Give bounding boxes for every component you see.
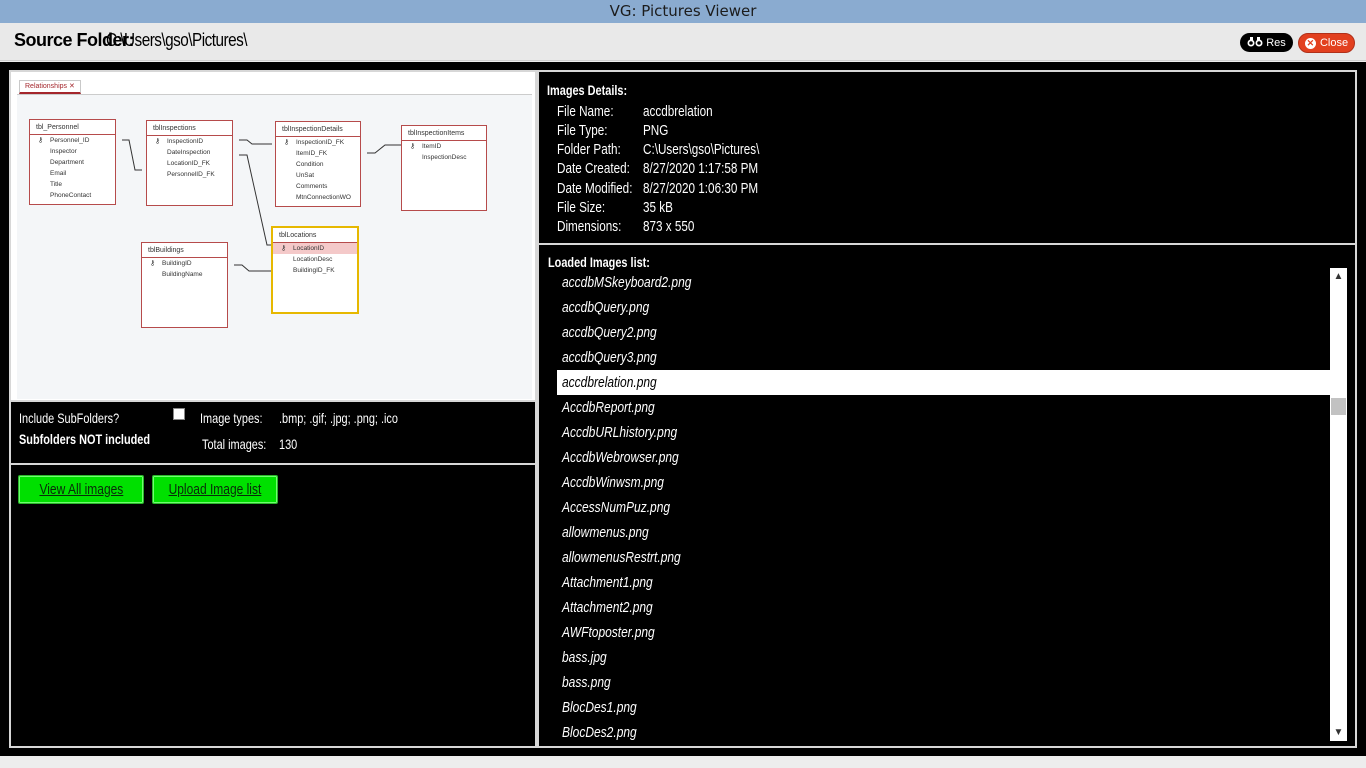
detail-value-file-type: PNG [643,122,669,139]
actions-panel [9,463,537,748]
image-preview: Relationships ✕ tbl_Personnel Personnel_… [9,70,537,402]
close-icon: ✕ [1304,37,1316,49]
list-item[interactable]: allowmenus.png [557,520,1330,545]
list-item-label: accdbQuery3.png [562,349,657,366]
view-all-images-button[interactable]: View All images [18,475,144,504]
detail-value-date-modified: 8/27/2020 1:06:30 PM [643,180,759,197]
total-images-value: 130 [279,436,298,452]
images-list[interactable]: accdbMSkeyboard2.png accdbQuery.png accdbQ… [557,270,1330,740]
image-types-value: .bmp; .gif; .jpg; .png; .ico [279,410,398,426]
list-item[interactable]: bass.png [557,670,1330,695]
detail-value-dimensions: 873 x 550 [643,218,695,235]
detail-label-file-size: File Size: [557,199,606,216]
include-subfolders-checkbox[interactable] [173,408,185,420]
table-box: tblInspectionItems ItemID InspectionDesc [401,125,487,211]
details-title: Images Details: [547,82,628,98]
detail-value-file-size: 35 kB [643,199,673,216]
relationships-diagram: Relationships ✕ tbl_Personnel Personnel_… [11,72,535,400]
list-item[interactable]: BlocDes2.png [557,720,1330,740]
detail-label-folder-path: Folder Path: [557,141,621,158]
list-item-label: accdbrelation.png [562,374,657,391]
diagram-tab: Relationships ✕ [19,80,81,94]
list-item-label: Attachment2.png [562,599,653,616]
detail-label-file-type: File Type: [557,122,608,139]
diagram-canvas: tbl_Personnel Personnel_ID Inspector Dep… [17,94,532,399]
list-item-label: bass.png [562,674,611,691]
list-item[interactable]: AccdbReport.png [557,395,1330,420]
list-item-label: AccdbURLhistory.png [562,424,678,441]
list-item-label: allowmenus.png [562,524,649,541]
res-label: Res [1266,36,1286,49]
source-folder-value: C:\Users\gso\Pictures\ [106,30,247,50]
detail-value-file-name: accdbrelation [643,103,713,120]
upload-image-list-button[interactable]: Upload Image list [152,475,278,504]
list-item[interactable]: AccessNumPuz.png [557,495,1330,520]
detail-label-file-name: File Name: [557,103,614,120]
bottom-bar [0,756,1366,768]
list-item-label: allowmenusRestrt.png [562,549,681,566]
list-item[interactable]: allowmenusRestrt.png [557,545,1330,570]
list-item[interactable]: accdbQuery2.png [557,320,1330,345]
table-box: tblBuildings BuildingID BuildingName [141,242,228,328]
list-item-label: AccdbReport.png [562,399,655,416]
list-item-label: accdbQuery2.png [562,324,657,341]
list-item[interactable]: accdbMSkeyboard2.png [557,270,1330,295]
list-item-label: BlocDes1.png [562,699,637,716]
scroll-up-icon[interactable]: ▲ [1330,268,1347,285]
close-label: Close [1319,37,1349,49]
table-box-selected: tblLocations LocationID LocationDesc Bui… [271,226,359,314]
table-box: tblInspectionDetails InspectionID_FK Ite… [275,121,361,207]
subfolders-status: Subfolders NOT included [19,431,151,447]
binoculars-icon [1247,36,1263,50]
list-item[interactable]: AWFtoposter.png [557,620,1330,645]
list-item[interactable]: AccdbWinwsm.png [557,470,1330,495]
res-button[interactable]: Res [1240,33,1293,52]
detail-value-date-created: 8/27/2020 1:17:58 PM [643,160,759,177]
list-item-label: BlocDes2.png [562,724,637,740]
list-item[interactable]: BlocDes1.png [557,695,1330,720]
list-scrollbar[interactable]: ▲ ▼ [1330,268,1347,741]
header-bar: Source Folder: C:\Users\gso\Pictures\ [0,23,1366,61]
list-item-label: AWFtoposter.png [562,624,655,641]
total-images-label: Total images: [202,436,267,452]
include-subfolders-label: Include SubFolders? [19,410,120,426]
table-box: tblInspections InspectionID DateInspecti… [146,120,233,206]
list-item-label: bass.jpg [562,649,607,666]
list-item[interactable]: AccdbURLhistory.png [557,420,1330,445]
close-button[interactable]: ✕ Close [1298,33,1355,53]
list-item[interactable]: accdbQuery.png [557,295,1330,320]
list-item[interactable]: Attachment2.png [557,595,1330,620]
list-item-label: AccdbWebrowser.png [562,449,679,466]
scroll-down-icon[interactable]: ▼ [1330,724,1347,741]
detail-value-folder-path: C:\Users\gso\Pictures\ [643,141,760,158]
detail-label-dimensions: Dimensions: [557,218,622,235]
detail-label-date-modified: Date Modified: [557,180,633,197]
detail-label-date-created: Date Created: [557,160,630,177]
image-types-label: Image types: [200,410,263,426]
list-item[interactable]: Attachment1.png [557,570,1330,595]
list-item[interactable]: bass.jpg [557,645,1330,670]
list-item[interactable]: accdbrelation.png [557,370,1330,395]
list-item-label: Attachment1.png [562,574,653,591]
list-item[interactable]: accdbQuery3.png [557,345,1330,370]
list-item-label: AccdbWinwsm.png [562,474,664,491]
list-item-label: accdbQuery.png [562,299,650,316]
scroll-thumb[interactable] [1331,398,1346,415]
images-list-title: Loaded Images list: [548,254,650,270]
list-item[interactable]: AccdbWebrowser.png [557,445,1330,470]
list-item-label: accdbMSkeyboard2.png [562,274,692,291]
table-box: tbl_Personnel Personnel_ID Inspector Dep… [29,119,116,205]
list-item-label: AccessNumPuz.png [562,499,671,516]
window-title: VG: Pictures Viewer [0,0,1366,23]
